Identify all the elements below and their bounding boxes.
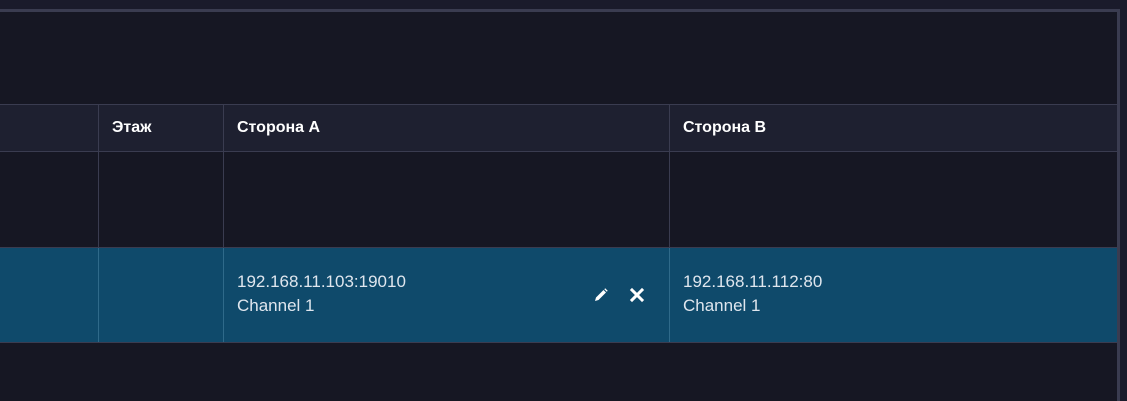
- header-cell-floor[interactable]: Этаж: [99, 105, 224, 151]
- side-b-address: 192.168.11.112:80: [683, 272, 823, 291]
- table-toolbar: [0, 12, 1117, 105]
- table-header: Этаж Сторона А Сторона В: [0, 105, 1117, 152]
- row-cell-side-b: [670, 152, 1117, 247]
- side-a-channel: Channel 1: [237, 296, 315, 315]
- close-icon[interactable]: [627, 285, 647, 305]
- table-empty-area: [0, 344, 1117, 401]
- table-row-selected[interactable]: 192.168.11.103:19010 Channel 1 192.168.1…: [0, 247, 1117, 343]
- row-cell-side-a: [224, 152, 670, 247]
- header-cell-previous[interactable]: [0, 105, 99, 151]
- table-row[interactable]: [0, 152, 1117, 248]
- row-cell-previous: [0, 152, 99, 247]
- pencil-icon[interactable]: [591, 285, 611, 305]
- row-cell-side-a: 192.168.11.103:19010 Channel 1: [224, 248, 670, 342]
- row-cell-floor: [99, 248, 224, 342]
- header-side-a-label: Сторона А: [237, 119, 321, 136]
- side-b-channel: Channel 1: [683, 296, 761, 315]
- row-cell-floor: [99, 152, 224, 247]
- header-floor-label: Этаж: [112, 119, 152, 136]
- header-side-b-label: Сторона В: [683, 119, 767, 136]
- header-cell-side-a[interactable]: Сторона А: [224, 105, 670, 151]
- side-a-address: 192.168.11.103:19010: [237, 272, 406, 291]
- row-cell-side-b: 192.168.11.112:80 Channel 1: [670, 248, 1117, 342]
- header-cell-side-b[interactable]: Сторона В: [670, 105, 1117, 151]
- app-window: Этаж Сторона А Сторона В 192.168.11.103:…: [0, 0, 1127, 401]
- row-cell-previous: [0, 248, 99, 342]
